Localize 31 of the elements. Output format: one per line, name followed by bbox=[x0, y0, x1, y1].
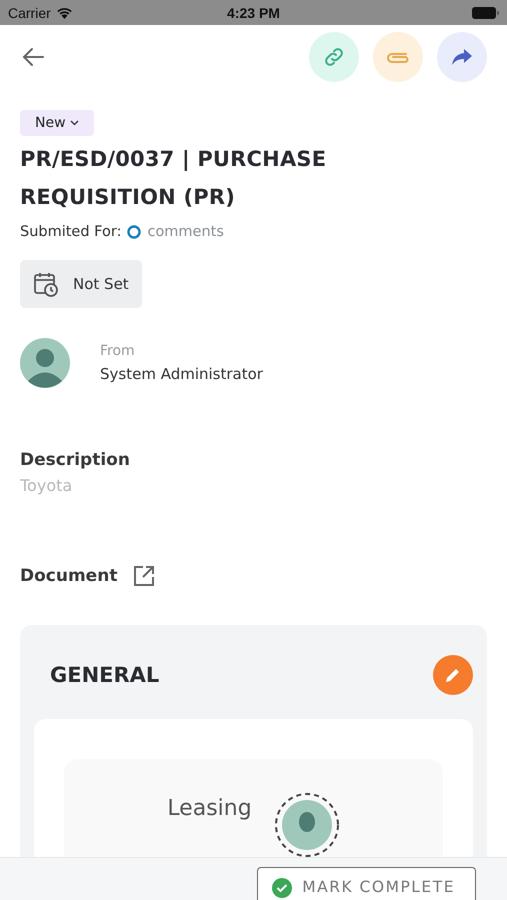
edit-button[interactable] bbox=[433, 655, 473, 695]
clock-time: 4:23 PM bbox=[227, 4, 280, 20]
chevron-down-icon bbox=[70, 120, 79, 126]
forward-icon bbox=[451, 48, 473, 66]
section-title: GENERAL bbox=[50, 663, 160, 687]
carrier-label: Carrier bbox=[8, 4, 51, 20]
description-label: Description bbox=[20, 450, 131, 470]
calendar-clock-icon bbox=[33, 271, 59, 297]
description-value: Toyota bbox=[20, 476, 74, 495]
submitted-for-label: Submited For: bbox=[20, 224, 122, 240]
submitted-for-value: comments bbox=[147, 224, 224, 240]
ring-icon bbox=[127, 225, 142, 239]
due-date-button[interactable]: Not Set bbox=[20, 260, 142, 308]
sender-name: System Administrator bbox=[100, 365, 263, 383]
external-link-icon[interactable] bbox=[133, 565, 156, 587]
wifi-icon bbox=[56, 6, 73, 18]
back-arrow-icon[interactable] bbox=[22, 47, 44, 67]
from-label: From bbox=[100, 343, 136, 359]
document-label: Document bbox=[20, 566, 118, 586]
item-label: Leasing bbox=[167, 796, 252, 821]
mark-complete-button[interactable]: MARK COMPLETE bbox=[257, 867, 476, 900]
check-circle-icon bbox=[272, 878, 292, 898]
battery-icon bbox=[472, 6, 499, 18]
avatar-icon bbox=[274, 792, 340, 858]
link-icon bbox=[322, 45, 346, 69]
document-title: PR/ESD/0037 | PURCHASE REQUISITION (PR) bbox=[20, 146, 328, 211]
forward-button[interactable] bbox=[437, 32, 487, 82]
avatar-icon bbox=[20, 338, 70, 388]
link-button[interactable] bbox=[309, 32, 359, 82]
pencil-icon bbox=[444, 666, 462, 684]
status-dropdown[interactable]: New bbox=[20, 110, 94, 136]
